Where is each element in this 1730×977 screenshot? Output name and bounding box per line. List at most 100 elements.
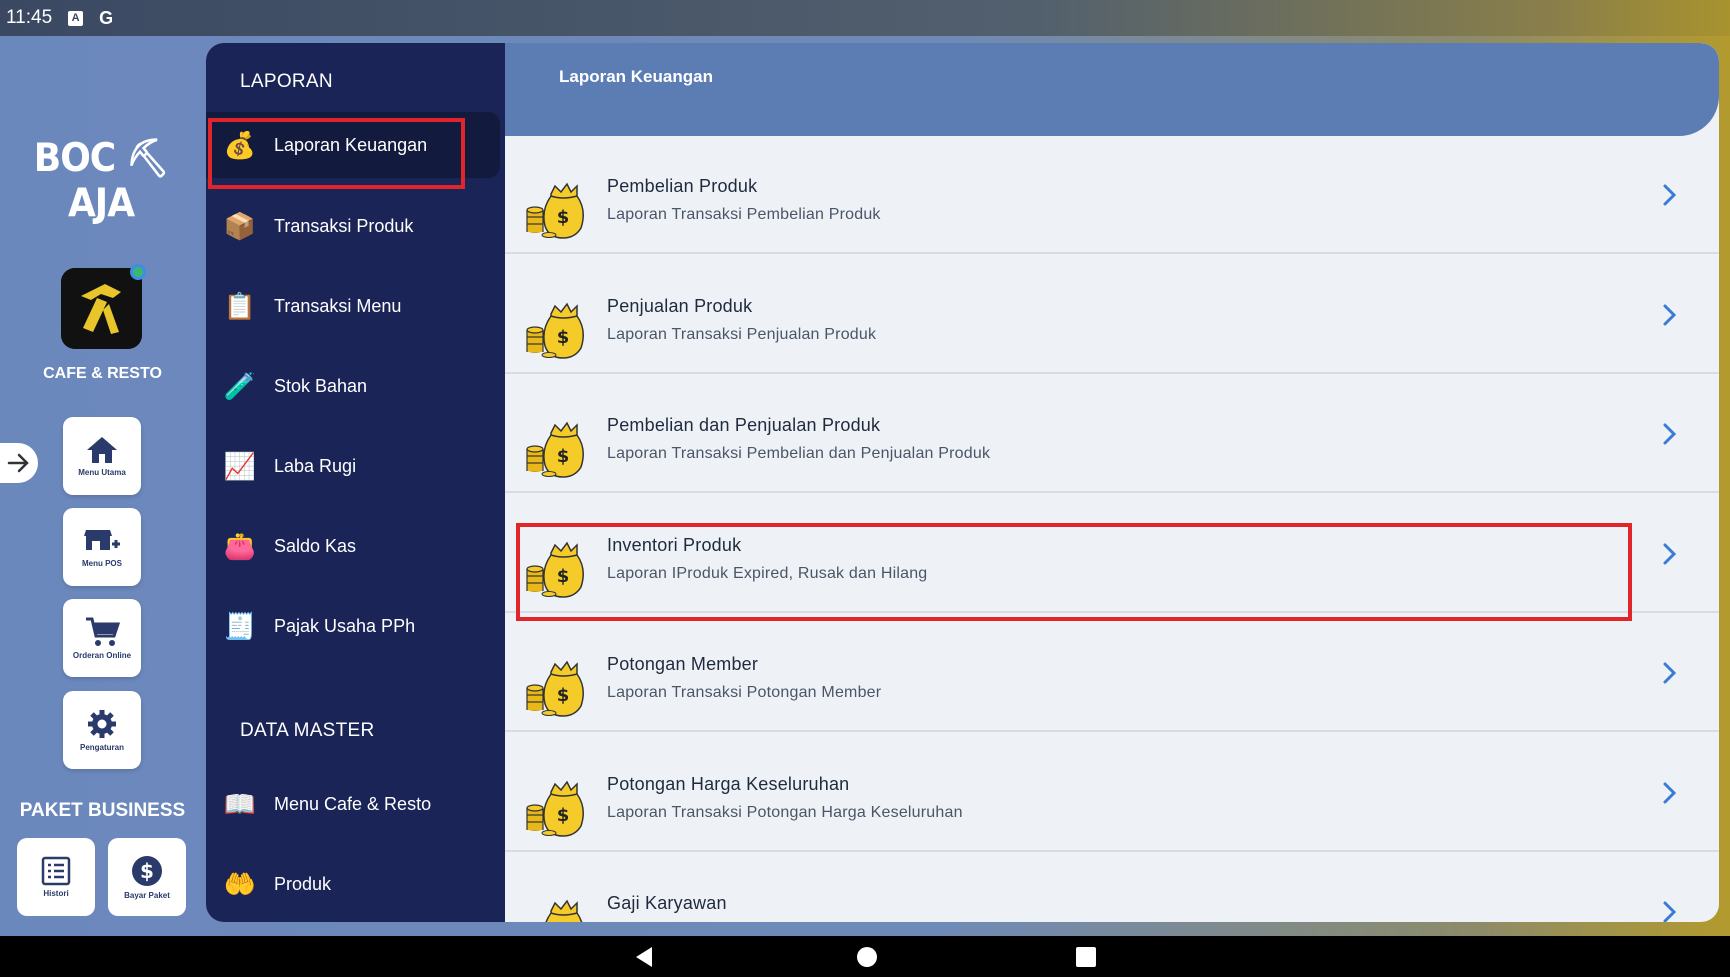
nav-item-saldo-kas[interactable]: 👛 Saldo Kas (206, 513, 500, 579)
nav-item-label: Stok Bahan (274, 375, 368, 396)
report-row-title: Pembelian Produk (607, 176, 758, 196)
hammer-logo-icon (61, 268, 142, 349)
money-bag-icon: $ (525, 658, 587, 720)
report-row-title: Inventori Produk (607, 534, 742, 555)
nav-item-label: Laba Rugi (274, 455, 357, 476)
google-icon: G (99, 7, 114, 28)
money-bag-icon: $ (525, 539, 587, 601)
chevron-right-icon[interactable] (1657, 778, 1681, 808)
svg-text:$: $ (557, 685, 570, 706)
nav-item-transaksi-produk[interactable]: 📦 Transaksi Produk (206, 193, 500, 259)
report-row[interactable]: $ Pembelian Produk Laporan Transaksi Pemb… (505, 136, 1719, 254)
section-laporan: LAPORAN (240, 71, 333, 92)
report-row[interactable]: $ Potongan Harga Keseluruhan Laporan Tran… (505, 734, 1719, 852)
profit-icon: 📈 (223, 450, 257, 481)
report-row[interactable]: $ Potongan Member Laporan Transaksi Poton… (505, 614, 1719, 732)
notification-dot (130, 264, 146, 280)
paket-business-label: PAKET BUSINESS (19, 800, 186, 821)
report-nav-panel: LAPORAN 💰 Laporan Keuangan 📦 Transaksi P… (206, 43, 506, 922)
pos-icon (84, 530, 120, 550)
chevron-right-icon[interactable] (1657, 419, 1681, 449)
money-bag-icon: $ (525, 300, 587, 362)
brand-label: CAFE & RESTO (43, 365, 162, 382)
svg-text:$: $ (140, 859, 154, 883)
menu-utama-button[interactable]: Menu Utama (63, 417, 141, 495)
nav-item-label: Menu Cafe & Resto (274, 793, 432, 814)
pengaturan-label: Pengaturan (79, 743, 124, 752)
chevron-right-icon[interactable] (1657, 300, 1681, 330)
home-nav-icon[interactable] (856, 946, 878, 968)
report-list-panel: Laporan Keuangan $ Pembelian Produk Lapor… (505, 43, 1719, 922)
cart-icon (86, 617, 120, 646)
app-logo: BOC ⛏ AJA (33, 135, 169, 227)
bayar-paket-button[interactable]: $ Bayar Paket (108, 838, 186, 916)
money-bag-icon: 💰 (223, 129, 257, 160)
svg-text:$: $ (557, 327, 570, 348)
bayar-paket-label: Bayar Paket (124, 891, 170, 900)
box-icon: 📦 (223, 210, 257, 241)
svg-text:$: $ (557, 207, 570, 228)
nav-item-laba-rugi[interactable]: 📈 Laba Rugi (206, 433, 500, 499)
nav-item-label: Saldo Kas (274, 535, 357, 556)
report-row-subtitle: Laporan Transaksi Pembelian Produk (607, 206, 881, 223)
menu-utama-label: Menu Utama (78, 468, 126, 477)
report-row-subtitle: Laporan Transaksi Potongan Member (607, 684, 882, 701)
money-bag-icon: $ (525, 897, 587, 922)
orderan-online-button[interactable]: Orderan Online (63, 599, 141, 677)
nav-item-stok-bahan[interactable]: 🧪 Stok Bahan (206, 353, 500, 419)
status-time: 11:45 (6, 7, 53, 28)
list-icon (41, 856, 71, 886)
nav-item-label: Transaksi Menu (274, 295, 402, 316)
chevron-right-icon[interactable] (1657, 180, 1681, 210)
report-row-title: Penjualan Produk (607, 295, 753, 316)
menu-pos-label: Menu POS (81, 559, 122, 568)
home-icon (87, 437, 117, 463)
chevron-right-icon[interactable] (1657, 539, 1681, 569)
keyboard-icon: A (68, 10, 84, 26)
pengaturan-button[interactable]: Pengaturan (63, 691, 141, 769)
recents-icon[interactable] (1075, 946, 1097, 968)
orderan-online-label: Orderan Online (72, 651, 132, 660)
section-data-master: DATA MASTER (240, 720, 375, 741)
report-row[interactable]: $ Pembelian dan Penjualan Produk Laporan … (505, 375, 1719, 493)
app-icon[interactable] (61, 264, 146, 349)
money-bag-icon: $ (525, 180, 587, 242)
nav-item-pajak-usaha[interactable]: 🧾 Pajak Usaha PPh (206, 593, 500, 659)
nav-item-menu-cafe-resto[interactable]: 📖 Menu Cafe & Resto (206, 771, 500, 837)
wallet-icon: 👛 (223, 530, 257, 561)
report-row-subtitle: Laporan Transaksi Potongan Harga Keselur… (607, 803, 963, 821)
report-row-title: Gaji Karyawan (607, 893, 727, 913)
chevron-right-icon[interactable] (1657, 658, 1681, 688)
chevron-right-icon[interactable] (1657, 897, 1681, 922)
system-nav-bar (0, 936, 1730, 977)
tax-icon: 🧾 (223, 610, 257, 641)
report-row-title: Pembelian dan Penjualan Produk (607, 415, 881, 435)
page-title: Laporan Keuangan (559, 67, 713, 86)
nav-item-produk[interactable]: 🤲 Produk (206, 851, 500, 917)
money-bag-icon: $ (525, 419, 587, 481)
expand-rail-button[interactable] (0, 443, 38, 483)
nav-item-label: Transaksi Produk (274, 215, 414, 236)
stock-icon: 🧪 (223, 370, 257, 401)
nav-item-label: Pajak Usaha PPh (274, 615, 416, 636)
report-row-subtitle: Laporan IProduk Expired, Rusak dan Hilan… (607, 564, 928, 582)
nav-item-label: Laporan Keuangan (274, 134, 428, 155)
arrow-right-icon (7, 453, 29, 473)
back-icon[interactable] (634, 946, 654, 968)
svg-text:$: $ (557, 446, 570, 467)
report-row-title: Potongan Member (607, 654, 759, 674)
report-row[interactable]: $ Inventori Produk Laporan IProduk Expire… (505, 495, 1719, 613)
status-bar: 11:45 A G (0, 0, 1730, 36)
menu-board-icon: 📋 (223, 290, 257, 321)
report-row[interactable]: $ Gaji Karyawan (505, 853, 1719, 922)
nav-item-transaksi-menu[interactable]: 📋 Transaksi Menu (206, 273, 500, 339)
menu-pos-button[interactable]: Menu POS (63, 508, 141, 586)
report-row-subtitle: Laporan Transaksi Penjualan Produk (607, 325, 877, 343)
left-rail: BOC ⛏ AJA CAFE & RESTO Menu Utama Menu P… (0, 36, 205, 936)
nav-item-laporan-keuangan[interactable]: 💰 Laporan Keuangan (206, 112, 500, 178)
product-icon: 🤲 (223, 868, 257, 899)
histori-label: Histori (43, 889, 69, 898)
report-row[interactable]: $ Penjualan Produk Laporan Transaksi Penj… (505, 256, 1719, 374)
histori-button[interactable]: Histori (17, 838, 95, 916)
report-header: Laporan Keuangan (505, 43, 1719, 136)
